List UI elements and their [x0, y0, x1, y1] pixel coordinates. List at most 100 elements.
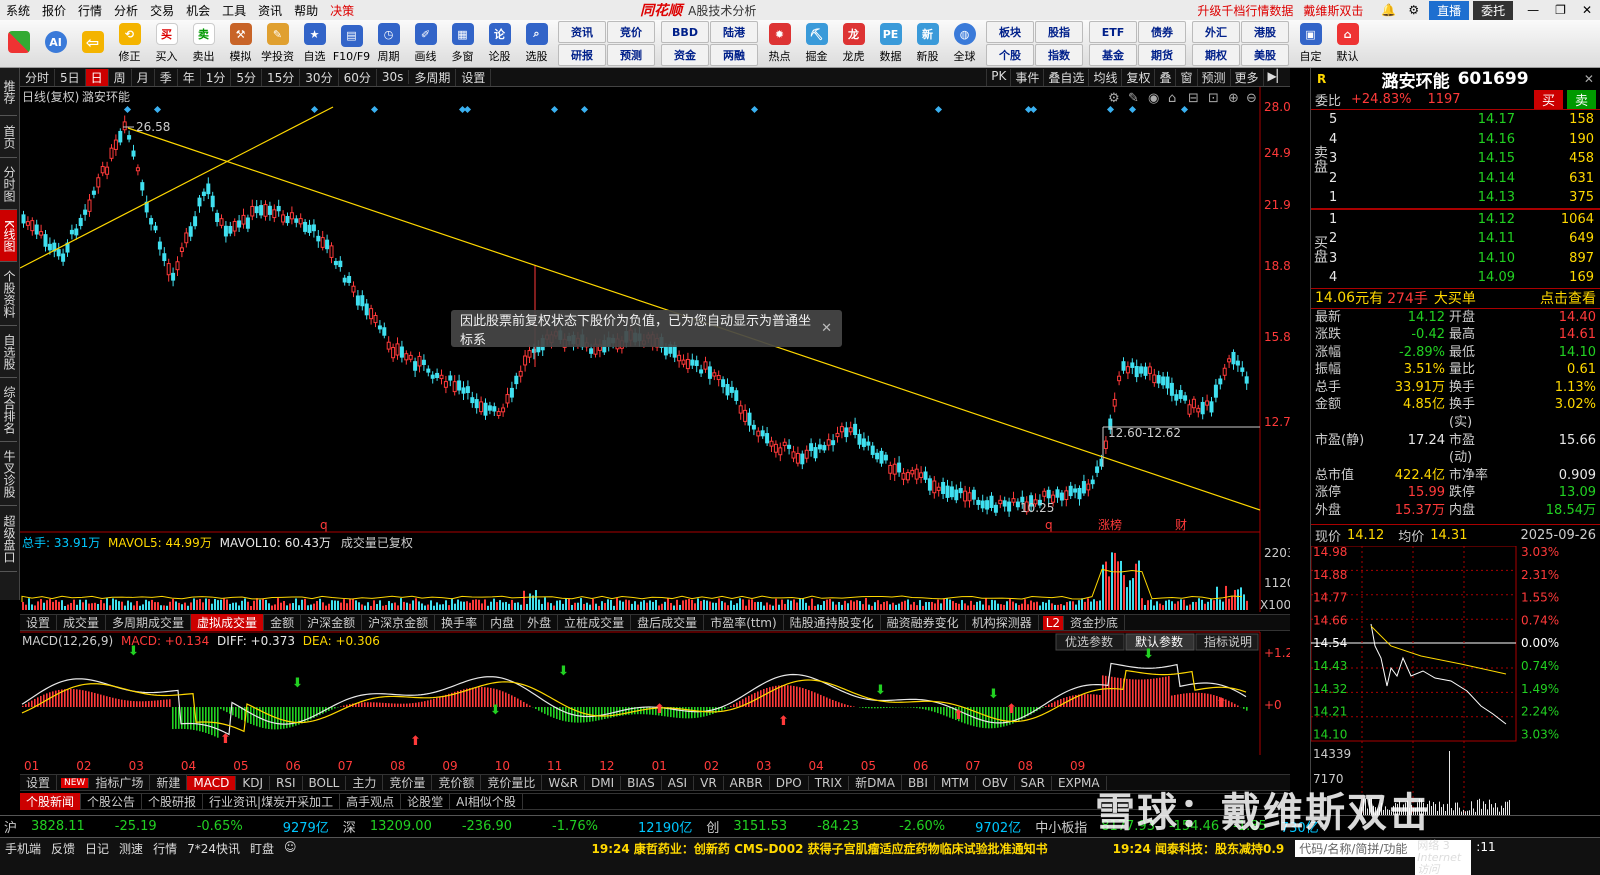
ind-tab-amount[interactable]: 金额: [264, 614, 302, 631]
side-tab-profile[interactable]: 个股资料: [0, 262, 17, 326]
ind-tab2-dmi[interactable]: DMI: [585, 775, 622, 790]
ind-tab2-main[interactable]: 主力: [346, 774, 384, 791]
hk-connect-button[interactable]: 陆港: [710, 21, 758, 43]
single-stock-button[interactable]: 个股: [986, 44, 1034, 66]
menu-system[interactable]: 系统: [0, 2, 36, 19]
hk-stock-button[interactable]: 港股: [1241, 21, 1289, 43]
hot-button[interactable]: ✹ 热点: [763, 23, 796, 64]
tab-month[interactable]: 月: [132, 68, 155, 86]
pen-icon[interactable]: ✎: [1128, 91, 1139, 106]
ind-tab-virtual-volume[interactable]: 虚拟成交量: [191, 614, 265, 631]
expand-arrow-icon[interactable]: ▶▏: [1262, 68, 1290, 86]
ind-tab2-auction-ratio[interactable]: 竞价量比: [481, 774, 543, 791]
nav-expert-views[interactable]: 高手观点: [340, 793, 402, 810]
chat-icon[interactable]: ☺: [279, 840, 302, 854]
menu-quote[interactable]: 报价: [36, 2, 72, 19]
menu-chance[interactable]: 机会: [180, 2, 216, 19]
ind-tab2-obv[interactable]: OBV: [976, 775, 1015, 790]
options-button[interactable]: 期权: [1192, 44, 1240, 66]
futures-button[interactable]: 期货: [1138, 44, 1186, 66]
side-tab-watchlist[interactable]: 自选股: [0, 326, 17, 378]
settings-icon[interactable]: ⚙: [1402, 3, 1425, 17]
tab-1min[interactable]: 1分: [201, 68, 232, 86]
auction-button[interactable]: 竞价: [607, 21, 655, 43]
quick-sell-button[interactable]: 卖: [1566, 90, 1596, 109]
ind-tab-after-volume[interactable]: 盘后成交量: [631, 614, 705, 631]
event-marker-q[interactable]: q: [320, 518, 328, 532]
bottom-watch[interactable]: 盯盘: [245, 840, 279, 857]
bottom-diary[interactable]: 日记: [80, 840, 114, 857]
buy-level-row[interactable]: 4 14.09 169: [1329, 268, 1600, 288]
tab-5day[interactable]: 5日: [55, 68, 86, 86]
tab-week[interactable]: 周: [109, 68, 132, 86]
ind-tab-hk-holding[interactable]: 陆股通持股变化: [784, 614, 881, 631]
menu-market[interactable]: 行情: [72, 2, 108, 19]
ind-tab2-asi[interactable]: ASI: [662, 775, 695, 790]
side-tab-super-board[interactable]: 超级盘口: [0, 506, 17, 572]
trade-entrust-button[interactable]: 委托: [1473, 0, 1514, 20]
multi-window-button[interactable]: ▦ 多窗: [446, 23, 479, 64]
buy-level-row[interactable]: 3 14.10 897: [1329, 249, 1600, 269]
tab-60min[interactable]: 60分: [339, 68, 377, 86]
sell-button[interactable]: 卖卖出: [187, 23, 220, 64]
default-button[interactable]: ⌂ 默认: [1331, 23, 1364, 64]
ipo-button[interactable]: 新新股: [911, 23, 944, 64]
ind-tab-outer[interactable]: 外盘: [521, 614, 559, 631]
watchlist-button[interactable]: ★ 自选: [298, 23, 331, 64]
tab-quarter[interactable]: 季: [155, 68, 178, 86]
event-marker-limit[interactable]: 涨榜: [1098, 517, 1122, 532]
tool-forecast[interactable]: 预测: [1196, 68, 1230, 86]
search-input[interactable]: 代码/名称/简拼/功能: [1295, 840, 1416, 857]
sell-level-row[interactable]: 5 14.17 158: [1329, 110, 1600, 130]
close-icon[interactable]: ✕: [1584, 72, 1600, 86]
buy-button[interactable]: 买买入: [150, 23, 183, 64]
event-marker-q[interactable]: q: [1045, 518, 1053, 532]
ind-tab2-mtm[interactable]: MTM: [935, 775, 977, 790]
tool-overlay[interactable]: 叠: [1154, 68, 1175, 86]
ind-tab-institution[interactable]: 机构探测器: [966, 614, 1039, 631]
big-order-row[interactable]: 14.06 元有 274手 大买单 点击查看: [1311, 289, 1600, 309]
big-order-view-link[interactable]: 点击查看: [1540, 288, 1596, 308]
ind-tab-hs-amount[interactable]: 沪深金额: [301, 614, 363, 631]
research-button[interactable]: 研报: [558, 44, 606, 66]
ind-tab-hsj-amount[interactable]: 沪深京金额: [362, 614, 436, 631]
etf-button[interactable]: ETF: [1089, 21, 1137, 43]
ind-tab2-boll[interactable]: BOLL: [303, 775, 347, 790]
index-futures-button[interactable]: 股指: [1035, 21, 1083, 43]
menu-decision[interactable]: 决策: [324, 2, 360, 19]
ind-tab2-sar[interactable]: SAR: [1015, 775, 1052, 790]
ind-tab2-auction-vol[interactable]: 竞价量: [383, 774, 433, 791]
ind-tab-volume[interactable]: 成交量: [57, 614, 107, 631]
tool-more[interactable]: 更多: [1229, 68, 1263, 86]
delete-icon[interactable]: ⊡: [1208, 91, 1219, 106]
quick-buy-button[interactable]: 买: [1533, 90, 1563, 109]
live-button[interactable]: 直播: [1429, 0, 1470, 20]
ai-button[interactable]: AI: [39, 31, 72, 56]
fund-button[interactable]: 基金: [1089, 44, 1137, 66]
news-ticker-2[interactable]: 19:24 闻泰科技：股东减持0.9: [1053, 840, 1290, 857]
index-button[interactable]: 指数: [1035, 44, 1083, 66]
side-tab-diagnose[interactable]: 牛叉诊股: [0, 442, 17, 506]
sell-level-row[interactable]: 2 14.14 631: [1329, 169, 1600, 189]
kline-chart[interactable]: 日线(复权) 潞安环能 ⚙ ✎ ◉ ⌂ ⊟ ⊡ ⊕ ⊖ 28.03 24.98 …: [20, 87, 1290, 807]
nav-stock-research[interactable]: 个股研报: [142, 793, 204, 810]
bottom-market[interactable]: 行情: [148, 840, 182, 857]
side-tab-ranking[interactable]: 综合排名: [0, 378, 17, 442]
ind-tab2-settings[interactable]: 设置: [20, 774, 58, 791]
menu-help[interactable]: 帮助: [288, 2, 324, 19]
nav-stock-notice[interactable]: 个股公告: [81, 793, 143, 810]
tab-year[interactable]: 年: [178, 68, 201, 86]
ind-tab2-auction-amt[interactable]: 竞价额: [432, 774, 482, 791]
news-button[interactable]: 资讯: [558, 21, 606, 43]
ind-tab2-square[interactable]: 指标广场: [89, 774, 151, 791]
margin-button[interactable]: 两融: [710, 44, 758, 66]
f10-button[interactable]: ▤ F10/F9: [333, 24, 370, 63]
ind-tab2-macd[interactable]: MACD: [187, 775, 237, 790]
tab-multi-period[interactable]: 多周期: [409, 68, 457, 86]
period-button[interactable]: ◷ 周期: [372, 23, 405, 64]
ind-tab-settings[interactable]: 设置: [20, 614, 58, 631]
app-grid-button[interactable]: [2, 31, 35, 56]
ind-tab2-wr[interactable]: W&R: [542, 775, 585, 790]
ind-tab2-rsi[interactable]: RSI: [270, 775, 303, 790]
tool-events[interactable]: 事件: [1010, 68, 1043, 86]
